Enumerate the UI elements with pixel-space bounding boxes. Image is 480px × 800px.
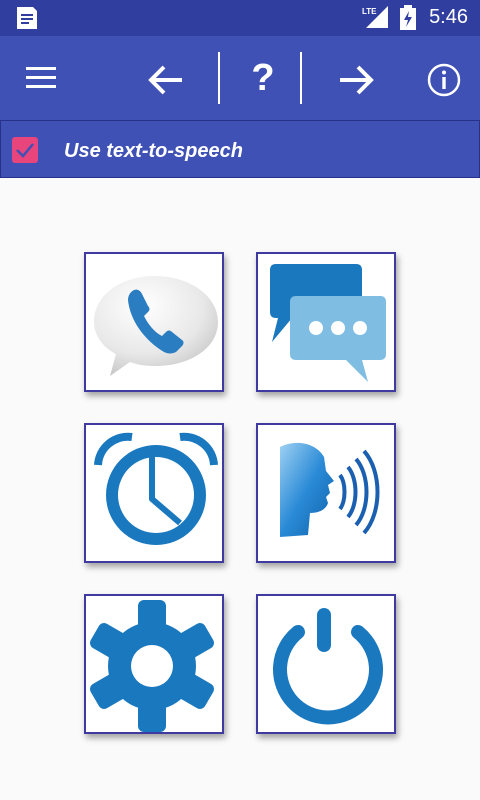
help-icon[interactable]: ? [248, 56, 278, 100]
toolbar-separator [300, 52, 302, 104]
messages-tile[interactable] [256, 252, 396, 392]
battery-icon [400, 5, 416, 30]
menu-icon[interactable] [24, 64, 58, 92]
network-type-label: LTE [362, 7, 377, 16]
status-bar: LTE 5:46 [0, 0, 480, 36]
phone-bubble-icon [94, 276, 218, 376]
gear-icon [90, 600, 214, 732]
toolbar-separator [218, 52, 220, 104]
power-tile[interactable] [256, 594, 396, 734]
chat-bubbles-icon [270, 264, 386, 382]
alarm-clock-tile[interactable] [84, 423, 224, 563]
tts-checkbox[interactable] [12, 137, 38, 163]
signal-icon: LTE [362, 6, 388, 28]
back-arrow-icon[interactable] [146, 60, 186, 100]
toolbar: ? [0, 36, 480, 120]
forward-arrow-icon[interactable] [336, 60, 376, 100]
clock: 5:46 [429, 6, 468, 28]
speech-tile[interactable] [256, 423, 396, 563]
tts-label: Use text-to-speech [64, 140, 243, 162]
info-icon[interactable] [426, 62, 462, 98]
speaking-head-icon [280, 442, 380, 537]
checkmark-icon [16, 143, 34, 158]
alarm-clock-icon [94, 432, 218, 545]
app-screen: LTE 5:46 ? Use text-to-speech [0, 0, 480, 800]
tts-bar: Use text-to-speech [0, 120, 480, 178]
notification-icon [17, 7, 37, 29]
phone-call-tile[interactable] [84, 252, 224, 392]
power-icon [273, 608, 383, 725]
settings-tile[interactable] [84, 594, 224, 734]
